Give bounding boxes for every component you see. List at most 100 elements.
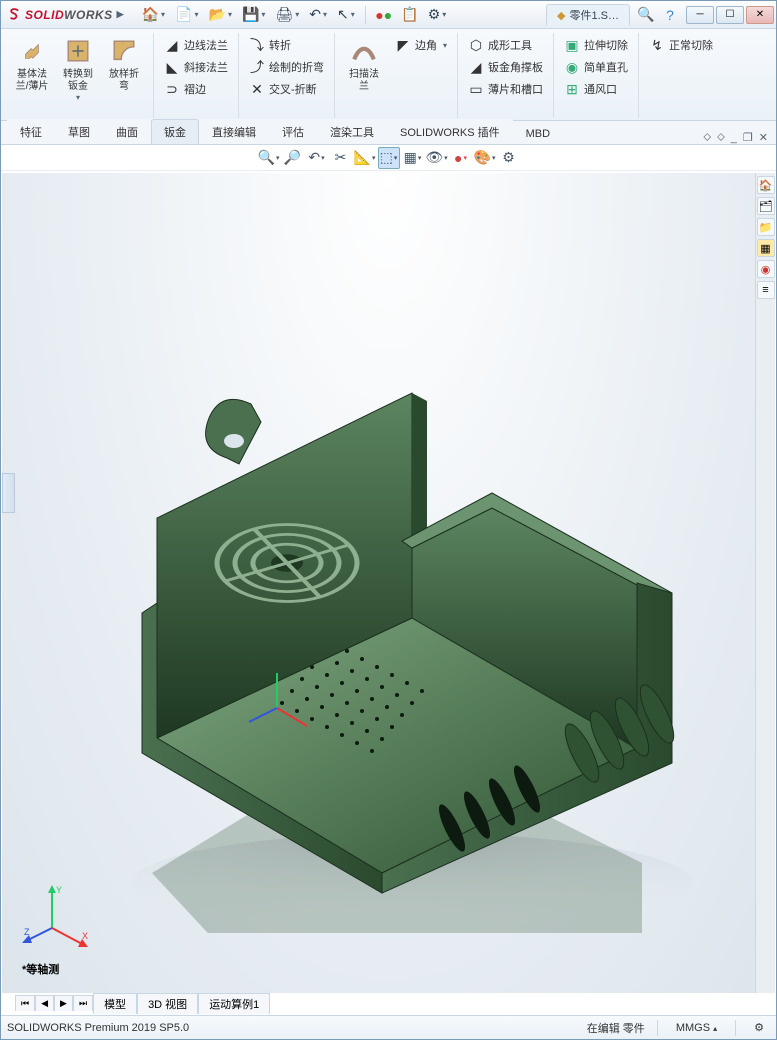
flyout-handle[interactable] <box>2 473 15 513</box>
tab-surface[interactable]: 曲面 <box>103 119 151 144</box>
graphics-viewport[interactable]: 🏠 🗂 📁 ▦ ◉ ≡ Y X Z *等轴测 <box>2 173 775 993</box>
motion-tabs: ⏮ ◀ ▶ ⏭ 模型 3D 视图 运动算例1 <box>15 993 270 1013</box>
ribbon: 基体法 兰/薄片 转换到 钣金 ▾ 放样折 弯 ◢边线法兰 ◣斜接法兰 ⊃褶边 … <box>1 29 776 121</box>
model-render <box>82 283 702 933</box>
undo-button[interactable]: ↶ <box>305 4 331 26</box>
status-bar: SOLIDWORKS Premium 2019 SP5.0 在编辑 零件 MMG… <box>1 1015 776 1039</box>
command-manager-tabs: 特征 草图 曲面 钣金 直接编辑 评估 渲染工具 SOLIDWORKS 插件 M… <box>1 121 776 145</box>
rebuild-button[interactable]: ●● <box>372 4 396 26</box>
heads-up-toolbar: 🔍 🔎 ↶ ✂ 📐 ⬚ ▦ 👁 ● 🎨 ⚙ <box>1 145 776 171</box>
extruded-cut-button[interactable]: ▣拉伸切除 <box>560 35 632 55</box>
tab-sketch[interactable]: 草图 <box>55 119 103 144</box>
options-button[interactable]: 📋 <box>398 4 422 26</box>
section-view-button[interactable]: ✂ <box>330 147 352 169</box>
tab-mbd[interactable]: MBD <box>513 123 563 144</box>
save-button[interactable]: 💾 <box>238 4 269 26</box>
zoom-area-button[interactable]: 🔎 <box>282 147 304 169</box>
tab-scroll-last[interactable]: ⏭ <box>73 995 93 1011</box>
brand-works: WORKS <box>64 8 113 22</box>
tab-sheetmetal[interactable]: 钣金 <box>151 119 199 144</box>
close-button[interactable]: ✕ <box>746 6 774 24</box>
jog-button[interactable]: ⤵转折 <box>245 35 328 55</box>
bottom-tab-3dview[interactable]: 3D 视图 <box>137 993 198 1014</box>
tab-restore[interactable]: ❐ <box>743 131 753 144</box>
sketched-bend-button[interactable]: ⤴绘制的折弯 <box>245 57 328 77</box>
orientation-triad[interactable]: Y X Z <box>22 883 92 953</box>
tab-close[interactable]: ✕ <box>759 131 768 144</box>
svg-text:X: X <box>82 931 88 941</box>
dynamic-annotation-button[interactable]: 📐 <box>354 147 376 169</box>
bottom-tab-motion[interactable]: 运动算例1 <box>198 993 270 1014</box>
convert-sheetmetal-button[interactable]: 转换到 钣金 ▾ <box>55 35 101 116</box>
lofted-bend-icon <box>108 35 140 67</box>
titlebar: SOLIDWORKS ▶ 🏠 📄 📂 💾 🖨 ↶ ↖ ●● 📋 ⚙ ◆ 零件1.… <box>1 1 776 29</box>
display-style-button[interactable]: ▦ <box>402 147 424 169</box>
tab-direct-edit[interactable]: 直接编辑 <box>199 119 269 144</box>
search-button[interactable]: 🔍 <box>634 4 658 26</box>
gusset-button[interactable]: ◢钣金角撑板 <box>464 57 547 77</box>
forming-tool-button[interactable]: ⬡成形工具 <box>464 35 547 55</box>
task-resources-icon[interactable]: 🗂 <box>757 197 775 215</box>
hem-button[interactable]: ⊃褶边 <box>160 79 232 99</box>
tab-minimize[interactable]: _ <box>731 132 737 144</box>
select-button[interactable]: ↖ <box>333 4 359 26</box>
status-custom-icon[interactable]: ⚙ <box>748 1019 770 1036</box>
quick-access-toolbar: 🏠 📄 📂 💾 🖨 ↶ ↖ ●● 📋 ⚙ <box>130 4 451 26</box>
swept-flange-icon <box>348 35 380 67</box>
bottom-tab-model[interactable]: 模型 <box>93 993 137 1014</box>
settings-button[interactable]: ⚙ <box>424 4 451 26</box>
menu-dropdown-icon[interactable]: ▶ <box>117 9 124 20</box>
document-tab[interactable]: ◆ 零件1.S… <box>546 4 630 25</box>
status-version: SOLIDWORKS Premium 2019 SP5.0 <box>7 1022 189 1034</box>
print-button[interactable]: 🖨 <box>271 4 303 26</box>
hide-show-button[interactable]: 👁 <box>426 147 448 169</box>
zoom-fit-button[interactable]: 🔍 <box>258 147 280 169</box>
miter-flange-button[interactable]: ◣斜接法兰 <box>160 57 232 77</box>
status-mode: 在编辑 零件 <box>587 1020 645 1036</box>
tab-scroll-left[interactable]: ⬦ <box>703 131 711 144</box>
convert-icon <box>62 35 94 67</box>
feature-tree-flyout[interactable] <box>2 173 15 993</box>
tab-scroll-next[interactable]: ▶ <box>54 995 73 1011</box>
vent-button[interactable]: ⊞通风口 <box>560 79 632 99</box>
tab-scroll-prev[interactable]: ◀ <box>35 995 54 1011</box>
task-custom-icon[interactable]: ≡ <box>757 281 775 299</box>
task-home-icon[interactable]: 🏠 <box>757 176 775 194</box>
tab-evaluate[interactable]: 评估 <box>269 119 317 144</box>
view-orientation-button[interactable]: ⬚ <box>378 147 400 169</box>
task-appearance-icon[interactable]: ◉ <box>757 260 775 278</box>
open-button[interactable]: 📂 <box>205 4 236 26</box>
tab-render[interactable]: 渲染工具 <box>317 119 387 144</box>
lofted-bend-button[interactable]: 放样折 弯 <box>101 35 147 116</box>
base-flange-button[interactable]: 基体法 兰/薄片 <box>9 35 55 116</box>
edge-flange-button[interactable]: ◢边线法兰 <box>160 35 232 55</box>
maximize-button[interactable]: ☐ <box>716 6 744 24</box>
task-view-palette-icon[interactable]: ▦ <box>757 239 775 257</box>
corner-button[interactable]: ◤边角▾ <box>391 35 451 55</box>
new-button[interactable]: 📄 <box>171 4 202 26</box>
task-pane: 🏠 🗂 📁 ▦ ◉ ≡ <box>755 173 775 993</box>
simple-hole-button[interactable]: ◉简单直孔 <box>560 57 632 77</box>
cross-break-button[interactable]: ✕交叉-折断 <box>245 79 328 99</box>
svg-text:Y: Y <box>56 885 62 895</box>
window-controls: ─ ☐ ✕ <box>686 6 776 24</box>
status-units[interactable]: MMGS ▴ <box>670 1020 723 1036</box>
home-button[interactable]: 🏠 <box>138 4 169 26</box>
brand-solid: SOLID <box>25 8 64 22</box>
task-library-icon[interactable]: 📁 <box>757 218 775 236</box>
tab-addins[interactable]: SOLIDWORKS 插件 <box>387 119 513 144</box>
help-button[interactable]: ? <box>658 4 682 26</box>
tab-features[interactable]: 特征 <box>7 119 55 144</box>
minimize-button[interactable]: ─ <box>686 6 714 24</box>
view-settings-button[interactable]: ⚙ <box>498 147 520 169</box>
normal-cut-button[interactable]: ↯正常切除 <box>645 35 717 55</box>
tab-scroll-first[interactable]: ⏮ <box>15 995 35 1011</box>
base-flange-icon <box>16 35 48 67</box>
appearance-button[interactable]: ● <box>450 147 472 169</box>
tab-scroll-right[interactable]: ⬦ <box>717 131 725 144</box>
prev-view-button[interactable]: ↶ <box>306 147 328 169</box>
scene-button[interactable]: 🎨 <box>474 147 496 169</box>
tab-slot-button[interactable]: ▭薄片和槽口 <box>464 79 547 99</box>
swept-flange-button[interactable]: 扫描法 兰 <box>341 35 387 116</box>
app-logo: SOLIDWORKS ▶ <box>1 7 130 23</box>
